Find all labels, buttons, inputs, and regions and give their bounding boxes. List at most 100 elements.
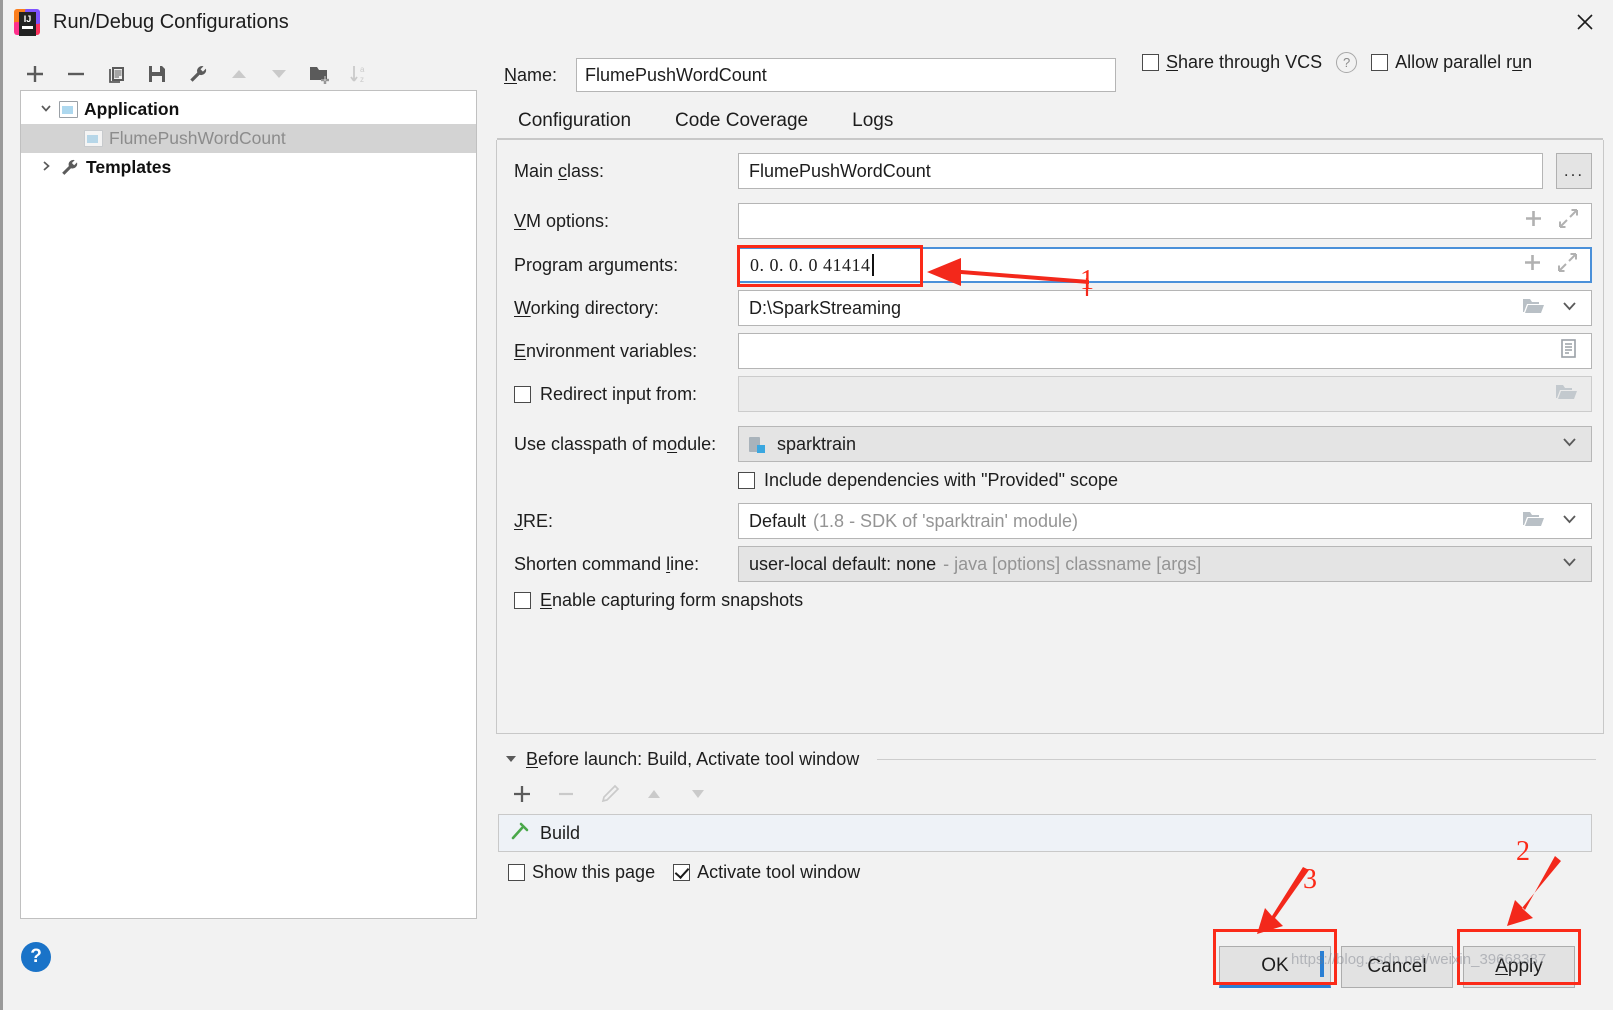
redirect-input-checkbox[interactable]: Redirect input from: — [497, 384, 738, 405]
folder-icon[interactable] — [1522, 509, 1546, 533]
checkbox-box — [1371, 54, 1389, 71]
arrow-down-icon[interactable] — [267, 61, 292, 87]
enable-form-snapshots-label: Enable capturing form snapshots — [540, 590, 804, 610]
edit-list-icon[interactable] — [1558, 338, 1579, 364]
plus-icon[interactable] — [510, 782, 534, 806]
configuration-name-input[interactable] — [576, 58, 1116, 92]
share-through-vcs-checkbox[interactable]: Share through VCS — [1142, 52, 1322, 73]
before-launch-task-list[interactable]: Build — [498, 814, 1592, 852]
dialog-title-bar: Run/Debug Configurations — [3, 0, 1613, 44]
environment-variables-field[interactable] — [738, 333, 1592, 369]
main-class-field[interactable]: FlumePushWordCount — [738, 153, 1543, 189]
help-question-icon[interactable]: ? — [21, 942, 51, 972]
name-label: Name: — [504, 64, 558, 85]
main-class-value: FlumePushWordCount — [749, 160, 931, 181]
configurations-sidebar: a z Application FlumePushWordCount Templ… — [3, 44, 490, 924]
vm-options-field[interactable] — [738, 203, 1592, 239]
chevron-down-icon[interactable] — [1560, 552, 1579, 576]
triangle-down-icon[interactable] — [504, 751, 518, 768]
sort-az-icon[interactable]: a z — [348, 61, 373, 87]
tree-node-templates[interactable]: Templates — [21, 153, 476, 182]
expand-icon[interactable] — [1558, 208, 1579, 234]
plus-icon[interactable] — [1522, 252, 1543, 278]
vm-options-row: VM options: — [497, 201, 1605, 241]
working-directory-label: Working directory: — [514, 297, 659, 318]
main-class-browse-button[interactable]: ... — [1556, 153, 1592, 189]
help-question-icon[interactable]: ? — [1336, 52, 1358, 73]
redirect-input-field[interactable] — [738, 376, 1592, 412]
folder-add-icon[interactable] — [308, 61, 333, 87]
jre-label: JRE: — [514, 510, 554, 531]
run-debug-configurations-dialog: Run/Debug Configurations — [0, 0, 1613, 1010]
minus-icon[interactable] — [64, 61, 89, 87]
jre-value-hint: (1.8 - SDK of 'sparktrain' module) — [813, 510, 1079, 531]
arrow-up-icon[interactable] — [226, 61, 251, 87]
enable-form-snapshots-checkbox[interactable]: Enable capturing form snapshots — [514, 590, 803, 611]
folder-icon[interactable] — [1555, 382, 1579, 406]
tree-node-label: FlumePushWordCount — [109, 128, 286, 148]
tree-node-application[interactable]: Application — [21, 95, 476, 124]
shorten-command-line-value: user-local default: none — [749, 553, 937, 574]
before-launch-task-label: Build — [540, 822, 581, 843]
main-class-row: Main class: FlumePushWordCount ... — [497, 151, 1605, 191]
module-icon — [749, 436, 767, 453]
jre-field[interactable]: Default (1.8 - SDK of 'sparktrain' modul… — [738, 503, 1592, 539]
main-class-label: Main class: — [514, 160, 605, 181]
ok-button[interactable]: OK — [1219, 946, 1331, 988]
application-icon — [59, 101, 78, 118]
use-classpath-row: Use classpath of module: sparktrain — [497, 424, 1605, 464]
allow-parallel-run-checkbox[interactable]: Allow parallel run — [1371, 52, 1532, 73]
configuration-form: Main class: FlumePushWordCount ... VM op… — [496, 138, 1605, 734]
build-hammer-icon — [509, 820, 531, 847]
close-icon[interactable] — [1554, 0, 1613, 44]
configurations-tree[interactable]: Application FlumePushWordCount Templates — [20, 90, 477, 919]
minus-icon[interactable] — [554, 782, 578, 806]
plus-icon[interactable] — [23, 61, 48, 87]
checkbox-box — [1142, 54, 1159, 71]
tree-node-label: Templates — [86, 157, 172, 177]
redirect-input-label: Redirect input from: — [540, 383, 698, 404]
checkbox-box — [673, 863, 691, 881]
arrow-down-icon[interactable] — [686, 782, 710, 806]
chevron-down-icon[interactable] — [33, 101, 59, 118]
chevron-down-icon[interactable] — [1560, 296, 1579, 320]
working-directory-row: Working directory: D:\SparkStreaming — [497, 288, 1605, 328]
working-directory-value: D:\SparkStreaming — [749, 297, 902, 318]
shorten-command-line-combo[interactable]: user-local default: none - java [options… — [738, 546, 1592, 582]
copy-icon[interactable] — [104, 61, 129, 87]
save-icon[interactable] — [145, 61, 170, 87]
program-arguments-row: Program arguments: 0. 0. 0. 0 41414 — [497, 245, 1605, 287]
before-launch-header[interactable]: Before launch: Build, Activate tool wind… — [496, 744, 1604, 774]
working-directory-field[interactable]: D:\SparkStreaming — [738, 290, 1592, 326]
activate-tool-window-label: Activate tool window — [697, 861, 861, 882]
name-row-options: Share through VCS ? Allow parallel run — [1142, 52, 1532, 73]
tree-node-flumepushwordcount[interactable]: FlumePushWordCount — [21, 124, 476, 153]
use-classpath-combo[interactable]: sparktrain — [738, 426, 1592, 462]
folder-icon[interactable] — [1522, 296, 1546, 320]
program-arguments-field[interactable]: 0. 0. 0. 0 41414 — [737, 245, 1592, 287]
before-launch-title: Before launch: Build, Activate tool wind… — [526, 748, 860, 769]
sidebar-toolbar: a z — [23, 54, 373, 94]
expand-icon[interactable] — [1557, 252, 1578, 278]
wrench-icon — [59, 158, 80, 177]
show-this-page-checkbox[interactable]: Show this page — [508, 862, 655, 883]
activate-tool-window-checkbox[interactable]: Activate tool window — [673, 862, 860, 883]
plus-icon[interactable] — [1523, 208, 1544, 234]
chevron-down-icon[interactable] — [1560, 509, 1579, 533]
before-launch-toolbar — [496, 774, 1604, 814]
include-provided-checkbox[interactable]: Include dependencies with "Provided" sco… — [738, 470, 1118, 491]
editor-tabs: Configuration Code Coverage Logs — [504, 102, 1604, 144]
checkbox-box — [508, 863, 525, 881]
use-classpath-value: sparktrain — [777, 433, 857, 454]
svg-text:a: a — [360, 65, 365, 74]
chevron-right-icon[interactable] — [33, 159, 59, 176]
apply-button[interactable]: Apply — [1463, 946, 1575, 988]
chevron-down-icon[interactable] — [1560, 432, 1579, 456]
pencil-icon[interactable] — [598, 782, 622, 806]
cancel-button[interactable]: Cancel — [1341, 946, 1453, 988]
jre-value: Default — [749, 510, 807, 531]
arrow-up-icon[interactable] — [642, 782, 666, 806]
intellij-idea-logo-icon — [14, 9, 40, 36]
ellipsis-icon: ... — [1563, 161, 1585, 180]
wrench-icon[interactable] — [186, 61, 211, 87]
